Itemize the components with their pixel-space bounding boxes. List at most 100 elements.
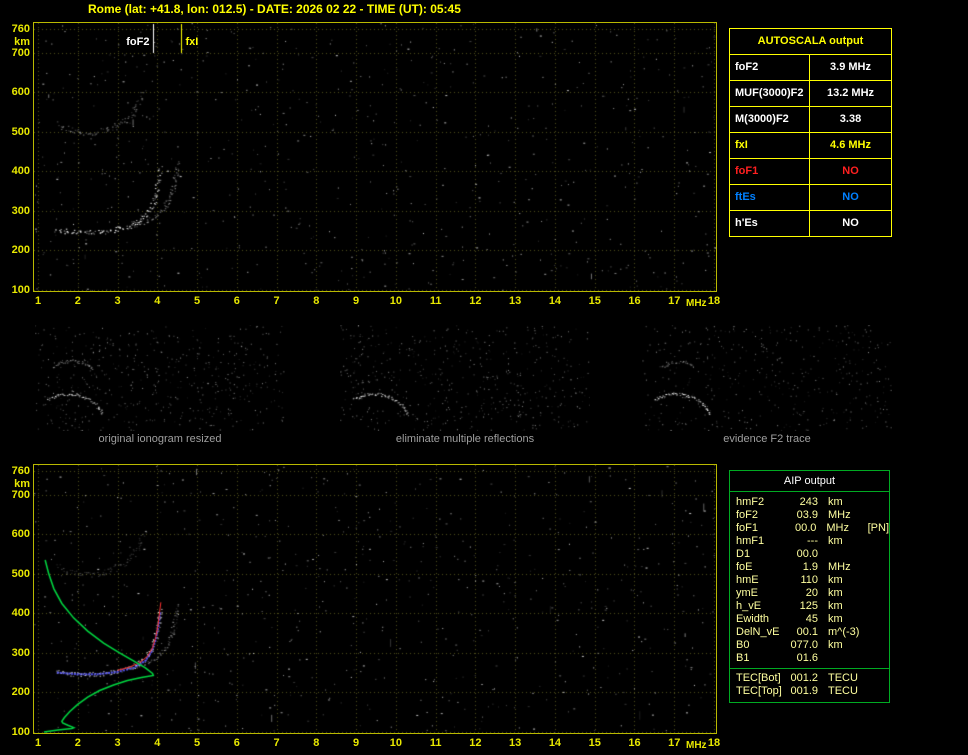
autoscala-rows: foF2 3.9 MHz MUF(3000)F2 13.2 MHz M(3000)F2 3… bbox=[730, 55, 891, 236]
thumbnail-caption-no-multiples: eliminate multiple reflections bbox=[395, 433, 535, 445]
x-axis-tick: 4 bbox=[154, 737, 161, 749]
aip-rows: hmF2 243 km foF2 03.9 MHz foF1 00.0 MHz [PN] hmF1 -… bbox=[730, 496, 889, 698]
aip-row: h_vE 125 km bbox=[730, 600, 889, 613]
y-axis-tick: 700 bbox=[11, 46, 30, 59]
autoscala-row: MUF(3000)F2 13.2 MHz bbox=[730, 81, 891, 107]
aip-parameter-label: TEC[Top] bbox=[736, 685, 782, 697]
aip-parameter-value: 001.2 bbox=[790, 672, 818, 684]
aip-parameter-value: 125 bbox=[799, 600, 818, 612]
x-axis-tick: 8 bbox=[313, 737, 320, 749]
aip-parameter-label: hmE bbox=[736, 574, 759, 586]
autoscala-row-label: M(3000)F2 bbox=[730, 107, 810, 132]
thumbnail-no-multiples bbox=[340, 325, 590, 431]
aip-parameter-unit: TECU bbox=[828, 685, 858, 697]
aip-parameter-label: hmF2 bbox=[736, 496, 765, 508]
x-axis-tick: 8 bbox=[313, 295, 320, 307]
top-ionogram: km MHz foF2 fxI 1 2 3 4 5 6 7 8 9 10 11 12 13 14 15 16 1… bbox=[5, 22, 735, 322]
top-ionogram-frame bbox=[33, 22, 717, 292]
aip-row: ymE 20 km bbox=[730, 587, 889, 600]
aip-parameter-unit: km bbox=[828, 600, 843, 612]
x-axis-tick: 7 bbox=[273, 295, 280, 307]
aip-parameter-value: 03.9 bbox=[796, 509, 818, 521]
x-axis-tick: 3 bbox=[114, 737, 121, 749]
autoscala-row-label: foF2 bbox=[730, 55, 810, 80]
y-axis-tick: 700 bbox=[11, 488, 30, 501]
aip-row: TEC[Top] 001.9 TECU bbox=[730, 685, 889, 698]
aip-parameter-value: 243 bbox=[799, 496, 818, 508]
aip-parameter-unit: m^(-3) bbox=[828, 626, 860, 638]
aip-parameter-unit: km bbox=[828, 496, 843, 508]
aip-parameter-label: foE bbox=[736, 561, 753, 573]
aip-row: DelN_vE 00.1 m^(-3) bbox=[730, 626, 889, 639]
autoscala-row: foF2 3.9 MHz bbox=[730, 55, 891, 81]
top-ionogram-canvas bbox=[34, 23, 716, 291]
x-axis-tick: 10 bbox=[389, 737, 402, 749]
aip-parameter-unit: MHz bbox=[828, 561, 851, 573]
autoscala-row: foF1 NO bbox=[730, 159, 891, 185]
autoscala-screen: Rome (lat: +41.8, lon: 012.5) - DATE: 20… bbox=[0, 0, 968, 755]
x-axis-tick: 7 bbox=[273, 737, 280, 749]
aip-parameter-value: 45 bbox=[805, 613, 818, 625]
app-title: Rome (lat: +41.8, lon: 012.5) - DATE: 20… bbox=[88, 2, 461, 16]
autoscala-row-label: MUF(3000)F2 bbox=[730, 81, 810, 106]
aip-parameter-label: B0 bbox=[736, 639, 750, 651]
y-axis-tick: 200 bbox=[11, 686, 30, 699]
aip-parameter-value: 001.9 bbox=[790, 685, 818, 697]
aip-parameter-extra: [PN] bbox=[867, 522, 890, 534]
aip-parameter-value: 01.6 bbox=[796, 652, 818, 664]
aip-row: hmF2 243 km bbox=[730, 496, 889, 509]
autoscala-row: h'Es NO bbox=[730, 211, 891, 236]
x-axis-tick: 11 bbox=[429, 737, 442, 749]
autoscala-row-label: foF1 bbox=[730, 159, 810, 184]
aip-parameter-label: foF2 bbox=[736, 509, 759, 521]
aip-separator bbox=[730, 668, 889, 669]
autoscala-row: ftEs NO bbox=[730, 185, 891, 211]
x-axis-tick: 6 bbox=[233, 295, 240, 307]
x-axis-tick: 15 bbox=[588, 737, 601, 749]
thumbnail-no-multiples-canvas bbox=[340, 325, 590, 431]
aip-parameter-unit: MHz bbox=[826, 522, 849, 534]
thumbnail-f2-trace bbox=[642, 325, 892, 431]
y-axis-tick: 100 bbox=[11, 726, 30, 738]
autoscala-title: AUTOSCALA output bbox=[730, 29, 891, 55]
x-axis-tick: 12 bbox=[469, 737, 482, 749]
aip-parameter-label: TEC[Bot] bbox=[736, 672, 781, 684]
y-axis-tick: 600 bbox=[11, 528, 30, 541]
thumbnail-f2-trace-canvas bbox=[642, 325, 892, 431]
thumbnail-caption-f2-trace: evidence F2 trace bbox=[723, 433, 811, 445]
aip-parameter-label: foF1 bbox=[736, 522, 759, 534]
thumbnail-caption-original: original ionogram resized bbox=[98, 433, 222, 445]
aip-parameter-value: 20 bbox=[805, 587, 818, 599]
autoscala-row-value: 4.6 MHz bbox=[830, 139, 871, 151]
aip-parameter-value: 00.0 bbox=[794, 522, 817, 534]
y-axis-tick: 600 bbox=[11, 86, 30, 99]
aip-parameter-unit: km bbox=[828, 535, 843, 547]
x-axis-tick: 2 bbox=[74, 295, 81, 307]
autoscala-row-value: NO bbox=[842, 191, 859, 203]
aip-row: foF1 00.0 MHz [PN] bbox=[730, 522, 889, 535]
autoscala-row-label: ftEs bbox=[730, 185, 810, 210]
x-axis-tick: 17 bbox=[668, 737, 681, 749]
aip-row: hmE 110 km bbox=[730, 574, 889, 587]
aip-parameter-value: 00.0 bbox=[796, 548, 818, 560]
y-axis-tick: 400 bbox=[11, 165, 30, 178]
thumbnail-original-canvas bbox=[35, 325, 285, 431]
aip-parameter-unit bbox=[828, 652, 868, 665]
x-axis-tick: 4 bbox=[154, 295, 161, 307]
aip-parameter-label: hmF1 bbox=[736, 535, 765, 547]
x-axis-tick: 9 bbox=[353, 737, 360, 749]
x-axis-tick: 16 bbox=[628, 295, 641, 307]
y-axis-tick: 200 bbox=[11, 244, 30, 257]
autoscala-row-label: h'Es bbox=[730, 211, 810, 236]
x-axis-tick: 9 bbox=[353, 295, 360, 307]
aip-row: D1 00.0 bbox=[730, 548, 889, 561]
y-axis-tick: 400 bbox=[11, 607, 30, 620]
x-axis-tick: 18 bbox=[707, 295, 721, 307]
aip-parameter-value: 1.9 bbox=[802, 561, 818, 573]
aip-parameter-value: 110 bbox=[800, 574, 818, 586]
x-axis-tick: 10 bbox=[389, 295, 402, 307]
x-axis-tick: 17 bbox=[668, 295, 681, 307]
aip-parameter-label: D1 bbox=[736, 548, 751, 560]
bottom-ionogram-canvas bbox=[34, 465, 716, 733]
x-axis-tick: 5 bbox=[193, 295, 201, 307]
